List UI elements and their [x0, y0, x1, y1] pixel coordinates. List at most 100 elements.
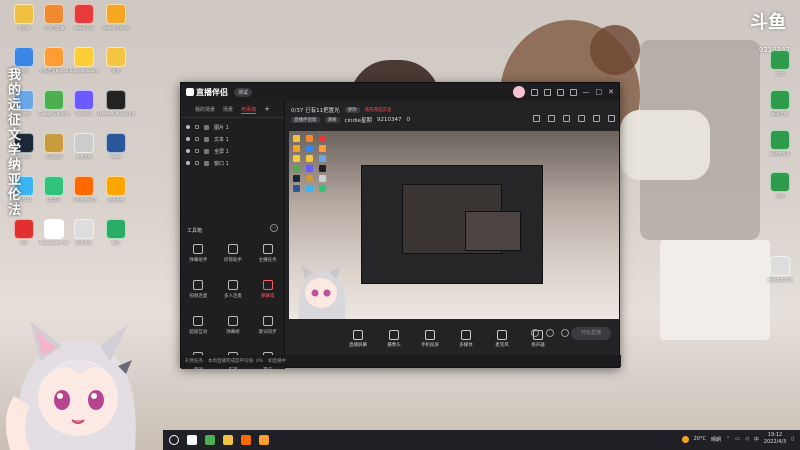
- desktop-icon[interactable]: 新建文本文档: [760, 256, 800, 287]
- clock[interactable]: 19:12 2022/4/3: [764, 432, 786, 446]
- verify-alert[interactable]: 请先完成实名: [365, 107, 392, 113]
- menu-icon[interactable]: [569, 88, 577, 96]
- streamer-icon[interactable]: [241, 435, 251, 445]
- tool-icon: [227, 244, 238, 254]
- tab-scenes[interactable]: 场景: [223, 106, 233, 114]
- temperature[interactable]: 20°C: [694, 436, 706, 442]
- source-control[interactable]: 麦克风: [489, 330, 515, 348]
- notification-icon[interactable]: ▯: [791, 436, 794, 442]
- mini-app-icon: [306, 135, 313, 142]
- app-sidebar: 我的场景 场景 可添加 + 图片 1 文本 1 全屏 1 窗口 1 工具箱 ··· 弹…: [181, 101, 285, 371]
- eye-icon[interactable]: [546, 329, 554, 337]
- minimize-icon[interactable]: —: [583, 88, 590, 96]
- message-icon[interactable]: [530, 88, 538, 96]
- app-orange-icon[interactable]: [259, 435, 269, 445]
- scene-item[interactable]: 文本 1: [181, 133, 284, 145]
- tool-item[interactable]: 歌词同步: [250, 313, 285, 345]
- record-icon[interactable]: [578, 115, 585, 122]
- category-tag[interactable]: 直播伴侣版: [291, 117, 320, 123]
- desktop-icon[interactable]: 桌面: [96, 47, 136, 78]
- weather-sun-icon[interactable]: [681, 435, 689, 443]
- footer-gift-task[interactable]: 礼物任务: [185, 358, 203, 364]
- app-titlebar[interactable]: 直播伴侣 测试 — □ ✕: [181, 83, 619, 101]
- tool-item[interactable]: 弹幕墙: [250, 277, 285, 309]
- eye-icon[interactable]: [186, 137, 190, 141]
- eye-icon[interactable]: [186, 149, 190, 153]
- desktop-icon[interactable]: 文档: [760, 50, 800, 81]
- desktop-icon[interactable]: 文档: [760, 172, 800, 203]
- quality-tag[interactable]: 清晰: [324, 117, 340, 123]
- app-icon: [106, 4, 126, 24]
- app-icon: [106, 219, 126, 239]
- scene-label: 窗口 1: [214, 160, 229, 167]
- tab-addable[interactable]: 可添加: [241, 106, 257, 114]
- app-icon: [74, 176, 94, 196]
- fans-count: 0: [406, 117, 410, 123]
- network-icon[interactable]: ▭: [735, 436, 740, 442]
- gear-icon[interactable]: [561, 329, 569, 337]
- ime-icon[interactable]: 中: [754, 436, 759, 443]
- edit-title-button[interactable]: 修改: [344, 107, 360, 113]
- bell-icon[interactable]: [593, 115, 600, 122]
- start-live-button[interactable]: 开始直播: [571, 327, 611, 340]
- source-control[interactable]: 直播屏幕: [345, 330, 371, 348]
- desktop-icon[interactable]: 新建数据表: [760, 130, 800, 161]
- tool-item[interactable]: 超级互动: [181, 313, 216, 345]
- tool-item[interactable]: 视频连麦: [181, 277, 216, 309]
- stream-preview[interactable]: [289, 131, 619, 319]
- source-icon: [204, 136, 209, 142]
- tool-item[interactable]: 主播任务: [250, 241, 285, 273]
- nested-app-preview: [361, 165, 543, 284]
- lock-icon[interactable]: [195, 137, 199, 141]
- file-explorer-icon[interactable]: [223, 435, 233, 445]
- camera-toggle-icon[interactable]: [531, 329, 539, 337]
- chrome-icon[interactable]: [205, 435, 215, 445]
- desktop-icon[interactable]: Ethereal Wings Kit: [96, 90, 136, 121]
- maximize-icon[interactable]: □: [596, 88, 603, 96]
- lock-icon[interactable]: [195, 125, 199, 129]
- chevron-up-icon[interactable]: ⌃: [726, 436, 730, 442]
- desktop-icon[interactable]: Word: [96, 133, 136, 164]
- stream-title[interactable]: 0/37 已有11把置光: [291, 106, 340, 114]
- weather-text[interactable]: 晴朗: [711, 436, 721, 443]
- layout-icon[interactable]: [548, 115, 555, 122]
- mini-app-icon: [319, 185, 326, 192]
- tool-item[interactable]: 多人连麦: [216, 277, 251, 309]
- mini-app-icon: [306, 175, 313, 182]
- tab-my-scenes[interactable]: 我的场景: [195, 106, 215, 114]
- desktop-icon[interactable]: 微信: [96, 219, 136, 250]
- version-badge[interactable]: 测试: [234, 87, 253, 97]
- screenshot-icon[interactable]: [563, 115, 570, 122]
- add-scene-button[interactable]: +: [264, 106, 270, 114]
- user-avatar[interactable]: [512, 86, 525, 98]
- tool-item[interactable]: 弹幕助手: [181, 241, 216, 273]
- footer-progress: 本周直播完成度平均值: 0%: [208, 359, 264, 364]
- eye-icon[interactable]: [186, 125, 190, 129]
- skin-icon[interactable]: [543, 88, 551, 96]
- search-icon[interactable]: [187, 435, 197, 445]
- lock-icon[interactable]: [195, 161, 199, 165]
- source-control[interactable]: 摄像头: [381, 330, 407, 348]
- tool-item[interactable]: 房管助手: [216, 241, 251, 273]
- desktop-icon[interactable]: 虎牙直播: [96, 176, 136, 207]
- desktop-icon[interactable]: 新建文档: [760, 90, 800, 121]
- tool-item[interactable]: 弹幕姬: [216, 313, 251, 345]
- source-control[interactable]: 多媒体: [453, 330, 479, 348]
- clock-date: 2022/4/3: [763, 439, 787, 445]
- settings-icon[interactable]: [556, 88, 564, 96]
- desktop-icon[interactable]: Steam Online: [96, 4, 136, 35]
- system-tray: 20°C 晴朗 ⌃ ▭ ◁ 中 19:12 2022/4/3 ▯: [681, 432, 794, 446]
- eye-icon[interactable]: [186, 161, 190, 165]
- start-icon[interactable]: [169, 435, 179, 445]
- toolbox-more-icon[interactable]: ···: [270, 224, 278, 232]
- source-controls: 直播屏幕 摄像头 手机投屏 多媒体 麦克风 扬声器: [285, 321, 621, 357]
- close-icon[interactable]: ✕: [608, 88, 614, 96]
- volume-icon[interactable]: ◁: [745, 436, 749, 442]
- source-control[interactable]: 手机投屏: [417, 330, 443, 348]
- lock-icon[interactable]: [533, 115, 540, 122]
- share-icon[interactable]: [608, 115, 615, 122]
- scene-item[interactable]: 窗口 1: [181, 157, 284, 169]
- scene-item[interactable]: 全屏 1: [181, 145, 284, 157]
- scene-item[interactable]: 图片 1: [181, 121, 284, 133]
- lock-icon[interactable]: [195, 149, 199, 153]
